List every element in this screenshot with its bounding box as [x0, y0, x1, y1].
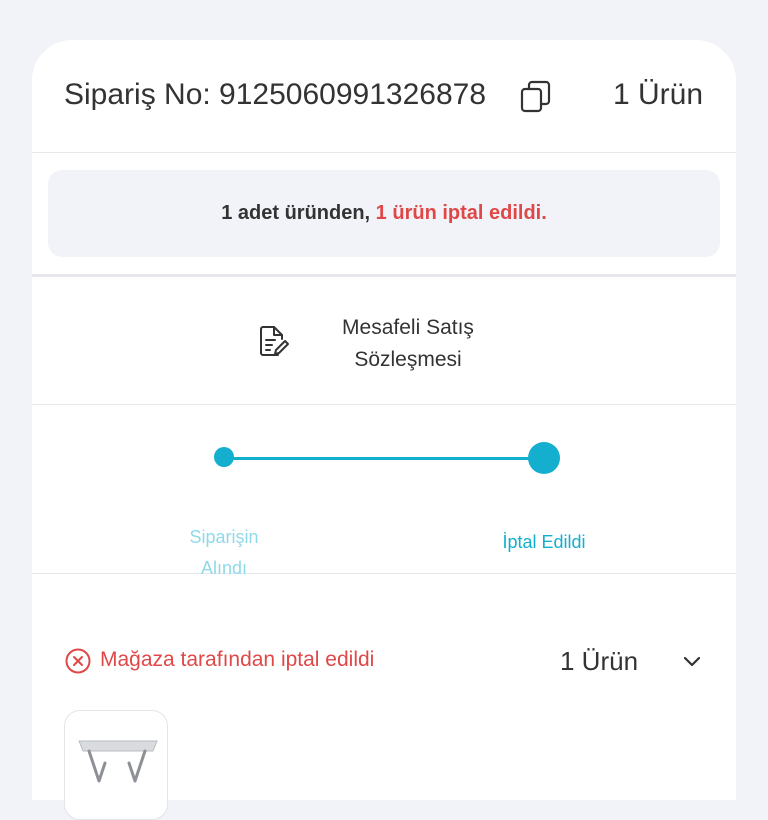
tracker-step-received-line1: Siparişin [189, 527, 259, 547]
distance-sales-contract-link[interactable]: Mesafeli Satış Sözleşmesi [32, 277, 736, 405]
cancel-notice: 1 adet üründen, 1 ürün iptal edildi. [48, 170, 720, 257]
tracker-line [224, 457, 544, 460]
contract-label: Mesafeli Satış Sözleşmesi [328, 312, 488, 376]
cancel-notice-highlight: 1 ürün iptal edildi. [375, 202, 547, 224]
tracker-step-cancelled-label: İptal Edildi [502, 532, 586, 552]
tracker-dot-cancelled [528, 442, 560, 474]
order-number: Sipariş No: 9125060991326878 [64, 78, 487, 111]
contract-label-line2: Sözleşmesi [354, 348, 462, 371]
shipment-status-text: Mağaza tarafından iptal edildi [100, 648, 375, 671]
order-item-count: 1 Ürün [612, 78, 703, 111]
copy-icon[interactable] [520, 80, 552, 114]
cancel-circle-icon [65, 648, 91, 674]
chevron-down-icon[interactable] [682, 654, 702, 668]
order-status-tracker: Siparişin Alındı İptal Edildi [32, 406, 736, 578]
contract-label-line1: Mesafeli Satış [342, 316, 474, 339]
product-thumbnail[interactable] [64, 710, 168, 820]
document-edit-icon [258, 325, 290, 359]
order-header: Sipariş No: 9125060991326878 1 Ürün [32, 40, 736, 153]
tracker-step-received-label: Siparişin Alındı [164, 522, 284, 584]
tracker-dot-received [214, 447, 234, 467]
shipment-status-row[interactable]: Mağaza tarafından iptal edildi 1 Ürün [32, 630, 736, 700]
shipment-item-count: 1 Ürün [560, 646, 639, 676]
cancel-notice-prefix: 1 adet üründen, [221, 202, 371, 224]
order-detail-card: Sipariş No: 9125060991326878 1 Ürün 1 ad… [32, 40, 736, 820]
tracker-step-received-line2: Alındı [200, 558, 248, 578]
